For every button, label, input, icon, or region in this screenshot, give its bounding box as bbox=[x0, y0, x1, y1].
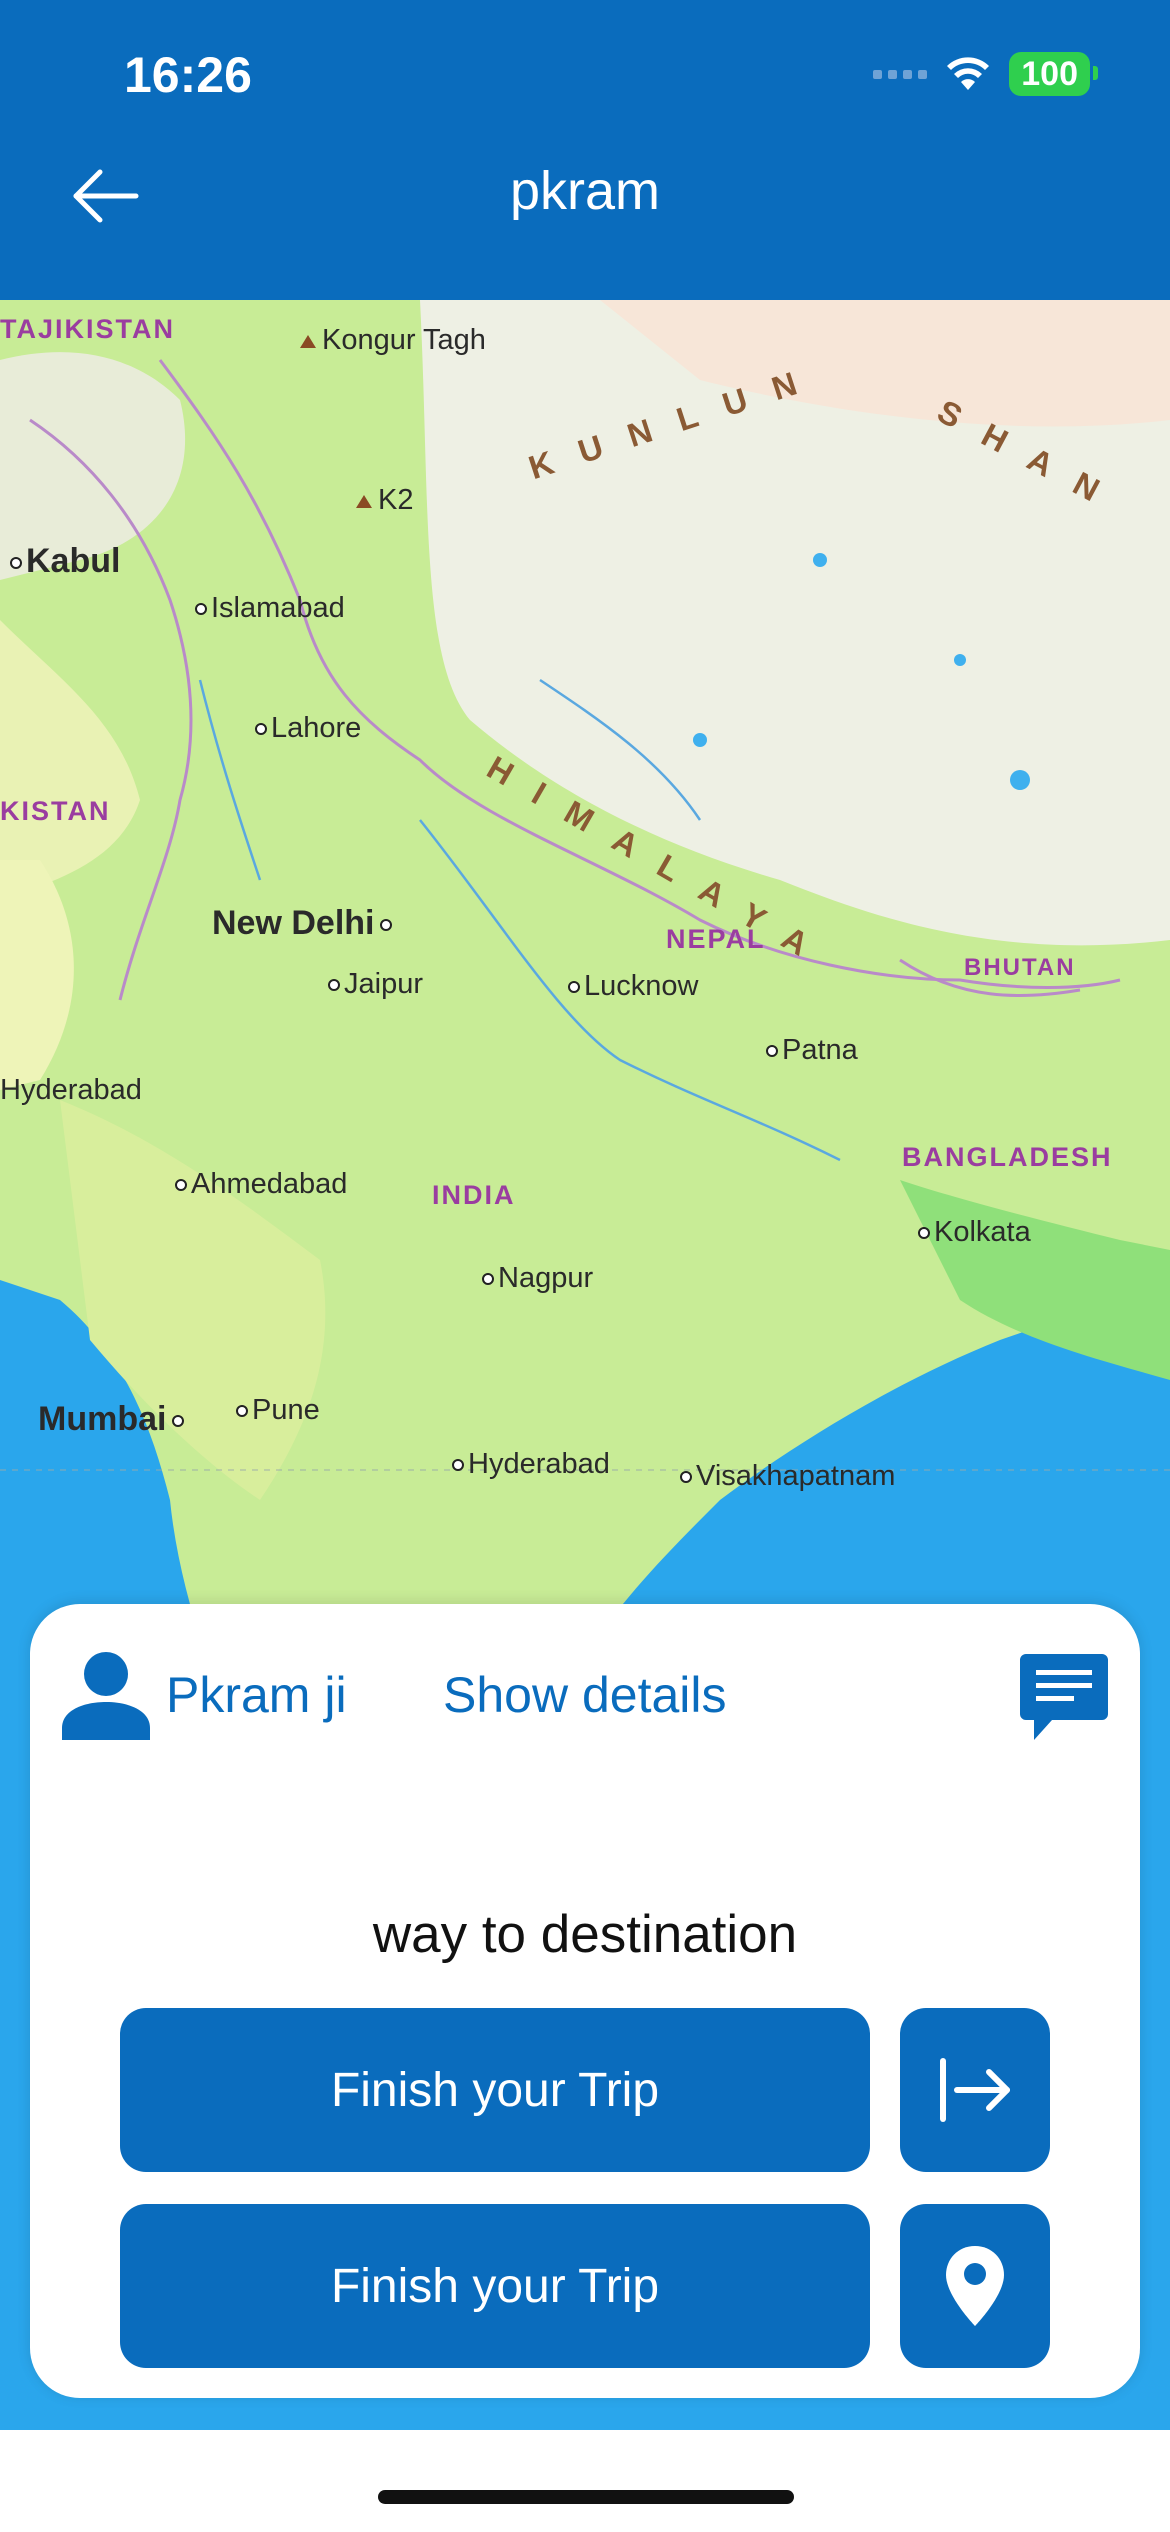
trip-status-text: way to destination bbox=[372, 1905, 798, 1964]
location-button[interactable] bbox=[900, 2204, 1050, 2368]
map-label-kabul-text: Kabul bbox=[26, 542, 121, 580]
city-dot bbox=[195, 603, 207, 616]
map-label-kolkata: Kolkata bbox=[918, 1216, 1031, 1249]
city-dot bbox=[766, 1045, 778, 1058]
city-dot bbox=[328, 979, 340, 992]
map-label-visakhapatnam: Visakhapatnam bbox=[680, 1460, 895, 1493]
app-header: 16:26 100 pkram bbox=[0, 0, 1170, 300]
map-label-new-delhi: New Delhi bbox=[212, 904, 396, 943]
map-label-lucknow-text: Lucknow bbox=[584, 970, 699, 1002]
city-dot bbox=[175, 1179, 187, 1192]
map-label-bhutan: BHUTAN bbox=[964, 954, 1076, 981]
peak-icon bbox=[356, 494, 372, 508]
city-dot bbox=[452, 1459, 464, 1472]
exit-arrow-icon bbox=[940, 2058, 1010, 2122]
city-dot bbox=[482, 1273, 494, 1286]
map-label-nagpur-text: Nagpur bbox=[498, 1262, 594, 1294]
wifi-icon bbox=[947, 57, 990, 90]
city-dot bbox=[568, 981, 580, 994]
map-label-islamabad-text: Islamabad bbox=[211, 592, 345, 624]
map-label-ahmedabad: Ahmedabad bbox=[175, 1168, 347, 1201]
city-dot bbox=[10, 557, 22, 570]
map-label-new-delhi-text: New Delhi bbox=[212, 904, 375, 942]
peak-icon bbox=[300, 334, 316, 348]
map-label-hyderabad-in-text: Hyderabad bbox=[468, 1448, 610, 1480]
map-label-pune-text: Pune bbox=[252, 1394, 320, 1426]
map-label-tajikistan: TAJIKISTAN bbox=[0, 314, 175, 344]
finish-trip-button-secondary[interactable]: Finish your Trip bbox=[120, 2204, 870, 2368]
home-indicator[interactable] bbox=[378, 2490, 794, 2504]
map-label-visakhapatnam-text: Visakhapatnam bbox=[696, 1460, 896, 1492]
map-label-lahore: Lahore bbox=[255, 712, 361, 745]
map-label-pune: Pune bbox=[236, 1394, 320, 1427]
city-dot bbox=[255, 723, 267, 736]
user-name: Pkram ji bbox=[166, 1667, 347, 1723]
finish-trip-button[interactable]: Finish your Trip bbox=[120, 2008, 870, 2172]
map-label-hyderabad-in: Hyderabad bbox=[452, 1448, 610, 1481]
map-label-ahmedabad-text: Ahmedabad bbox=[191, 1168, 348, 1200]
map-label-lucknow: Lucknow bbox=[568, 970, 698, 1003]
map-label-bangladesh: BANGLADESH bbox=[902, 1142, 1113, 1172]
map-label-hyderabad-pk: Hyderabad bbox=[0, 1074, 142, 1106]
city-dot bbox=[236, 1405, 248, 1418]
map-label-kistan: KISTAN bbox=[0, 796, 111, 826]
map-label-kabul: Kabul bbox=[10, 542, 120, 581]
cellular-signal-icon bbox=[873, 69, 928, 79]
map-label-islamabad: Islamabad bbox=[195, 592, 345, 625]
battery-indicator: 100 bbox=[1009, 52, 1098, 96]
map-label-patna-text: Patna bbox=[782, 1034, 858, 1066]
exit-trip-button[interactable] bbox=[900, 2008, 1050, 2172]
map-label-k2: K2 bbox=[356, 484, 413, 517]
page-title: pkram bbox=[509, 161, 661, 221]
location-pin-icon bbox=[946, 2246, 1004, 2326]
map-label-mumbai-text: Mumbai bbox=[38, 1400, 167, 1438]
map-label-nepal: NEPAL bbox=[666, 924, 766, 954]
user-avatar-icon bbox=[62, 1652, 150, 1740]
city-dot bbox=[680, 1471, 692, 1484]
map-label-kongur-text: Kongur Tagh bbox=[322, 324, 486, 356]
map-label-kongur: Kongur Tagh bbox=[300, 324, 486, 357]
city-dot bbox=[172, 1415, 185, 1428]
map-label-k2-text: K2 bbox=[378, 484, 414, 516]
map-label-india: INDIA bbox=[432, 1180, 516, 1210]
status-time: 16:26 bbox=[124, 47, 252, 103]
bottom-safe-area bbox=[0, 2430, 1170, 2532]
map-label-lahore-text: Lahore bbox=[271, 712, 362, 744]
map-label-jaipur-text: Jaipur bbox=[344, 968, 423, 1000]
trip-card: Pkram ji Show details way to destination… bbox=[30, 1604, 1140, 2398]
city-dot bbox=[380, 919, 393, 932]
status-icons: 100 bbox=[873, 52, 1098, 96]
show-details-link[interactable]: Show details bbox=[443, 1666, 727, 1724]
map-label-kolkata-text: Kolkata bbox=[934, 1216, 1031, 1248]
city-dot bbox=[918, 1227, 930, 1240]
map-label-nagpur: Nagpur bbox=[482, 1262, 593, 1295]
chat-icon[interactable] bbox=[1018, 1652, 1110, 1744]
map-label-mumbai: Mumbai bbox=[38, 1400, 188, 1439]
map-label-patna: Patna bbox=[766, 1034, 858, 1067]
map-label-jaipur: Jaipur bbox=[328, 968, 423, 1001]
